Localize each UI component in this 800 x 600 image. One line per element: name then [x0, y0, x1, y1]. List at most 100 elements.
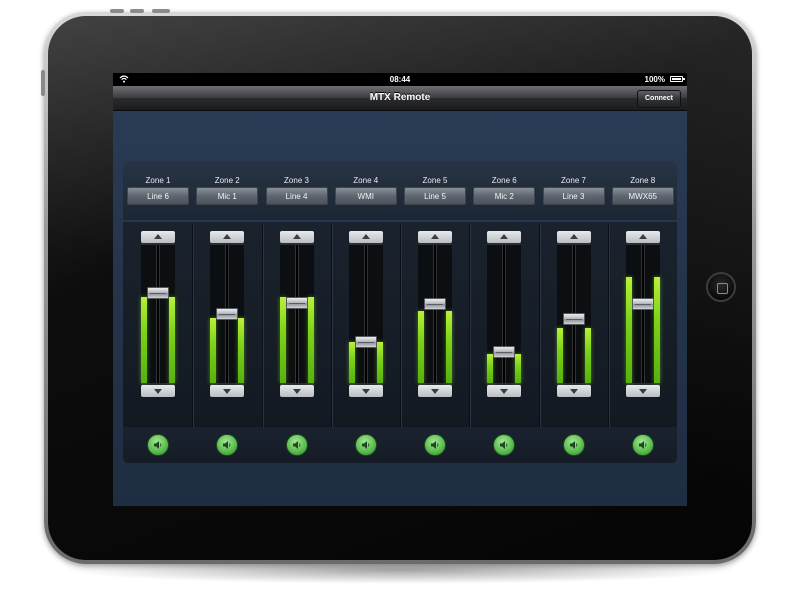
- source-select-button[interactable]: Mic 1: [196, 187, 259, 205]
- fader-up-button[interactable]: [418, 231, 452, 243]
- source-select-button[interactable]: MWX65: [611, 187, 674, 205]
- mute-button[interactable]: [631, 434, 654, 456]
- mixer-panel: Zone 1 Line 6 Zone 2 Mic 1 Zone 3 Line 4…: [123, 161, 677, 503]
- source-select-button[interactable]: Line 4: [265, 187, 328, 205]
- fader-up-button[interactable]: [625, 231, 660, 243]
- fader: [556, 231, 591, 397]
- arrow-up-icon: [638, 234, 647, 239]
- arrow-down-icon: [223, 389, 232, 394]
- mute-button[interactable]: [562, 434, 585, 456]
- fader-slot: [502, 245, 507, 383]
- source-select-button[interactable]: Line 5: [404, 187, 466, 205]
- mute-button[interactable]: [285, 434, 308, 456]
- mute-button[interactable]: [216, 434, 239, 456]
- speaker-icon: [638, 441, 647, 449]
- arrow-down-icon: [154, 389, 162, 394]
- arrow-up-icon: [292, 234, 301, 239]
- fader-down-button[interactable]: [348, 385, 383, 397]
- zone-strip: Zone 7 Line 3: [539, 161, 609, 463]
- meter-bar-right: [446, 311, 452, 383]
- level-meter: [279, 245, 314, 383]
- mute-switch: [41, 70, 45, 96]
- fader: [418, 231, 452, 397]
- fader-up-button[interactable]: [279, 231, 314, 243]
- meter-bar-right: [307, 297, 314, 383]
- fader-handle[interactable]: [354, 336, 377, 348]
- fader-down-button[interactable]: [556, 385, 591, 397]
- zone-strip: Zone 2 Mic 1: [192, 161, 262, 463]
- fader-down-button[interactable]: [279, 385, 314, 397]
- zone-label: Zone 4: [353, 176, 379, 185]
- zone-label: Zone 3: [284, 176, 309, 185]
- zone-label: Zone 8: [630, 176, 656, 185]
- speaker-icon: [431, 441, 439, 449]
- source-select-button[interactable]: Line 6: [127, 187, 189, 205]
- arrow-up-icon: [361, 234, 370, 239]
- zone-strip: Zone 4 WMI: [331, 161, 401, 463]
- home-button[interactable]: [706, 272, 736, 302]
- level-meter: [141, 245, 175, 383]
- meter-bar-left: [348, 342, 355, 383]
- fader-up-button[interactable]: [141, 231, 175, 243]
- mute-button[interactable]: [354, 434, 377, 456]
- fader-handle[interactable]: [424, 298, 446, 310]
- zone-divider: [192, 223, 193, 427]
- source-select-button[interactable]: Mic 2: [473, 187, 536, 205]
- zone-label: Zone 6: [491, 176, 517, 185]
- arrow-up-icon: [500, 234, 509, 239]
- arrow-down-icon: [569, 389, 578, 394]
- fader-up-button[interactable]: [348, 231, 383, 243]
- app-title: MTX Remote: [369, 92, 431, 103]
- fader-up-button[interactable]: [487, 231, 522, 243]
- navigation-bar: MTX Remote Connect: [113, 86, 687, 111]
- fader-down-button[interactable]: [625, 385, 660, 397]
- zone-divider: [262, 223, 263, 427]
- zone-strip: Zone 1 Line 6: [123, 161, 193, 463]
- fader: [348, 231, 383, 397]
- fader-down-button[interactable]: [210, 385, 245, 397]
- fader-down-button[interactable]: [487, 385, 522, 397]
- mute-button[interactable]: [424, 434, 446, 456]
- battery-percent: 100%: [644, 75, 665, 84]
- connect-button[interactable]: Connect: [637, 90, 681, 108]
- speaker-icon: [154, 441, 162, 449]
- meter-bar-right: [515, 354, 522, 383]
- arrow-down-icon: [500, 389, 509, 394]
- meter-bar-left: [487, 354, 494, 383]
- power-button: [152, 9, 170, 13]
- meter-bar-right: [376, 342, 383, 383]
- fader-handle[interactable]: [216, 308, 239, 320]
- zone-divider: [608, 223, 609, 427]
- status-time: 08:44: [389, 75, 411, 84]
- fader-handle[interactable]: [562, 313, 585, 325]
- screen: 08:44 100% MTX Remote Connect Zone 1 Lin…: [113, 73, 687, 506]
- volume-button: [110, 9, 124, 13]
- fader-up-button[interactable]: [210, 231, 245, 243]
- fader-down-button[interactable]: [418, 385, 452, 397]
- fader: [487, 231, 522, 397]
- zone-divider: [539, 223, 540, 427]
- meter-bar-left: [625, 277, 632, 383]
- fader-down-button[interactable]: [141, 385, 175, 397]
- source-select-button[interactable]: Line 3: [542, 187, 605, 205]
- zone-label: Zone 2: [214, 176, 240, 185]
- battery-icon: [670, 76, 685, 82]
- meter-bar-left: [141, 297, 147, 383]
- mute-button[interactable]: [147, 434, 169, 456]
- level-meter: [418, 245, 452, 383]
- arrow-down-icon: [638, 389, 647, 394]
- zone-label: Zone 1: [145, 176, 171, 185]
- zone-divider: [331, 223, 332, 427]
- fader-handle[interactable]: [147, 287, 169, 299]
- arrow-down-icon: [361, 389, 370, 394]
- main-content: Zone 1 Line 6 Zone 2 Mic 1 Zone 3 Line 4…: [113, 111, 687, 506]
- fader: [210, 231, 245, 397]
- fader-up-button[interactable]: [556, 231, 591, 243]
- arrow-up-icon: [154, 234, 162, 239]
- mute-button[interactable]: [493, 434, 516, 456]
- fader-handle[interactable]: [631, 298, 654, 310]
- fader-handle[interactable]: [493, 346, 516, 358]
- fader-handle[interactable]: [285, 297, 308, 309]
- level-meter: [348, 245, 383, 383]
- source-select-button[interactable]: WMI: [334, 187, 397, 205]
